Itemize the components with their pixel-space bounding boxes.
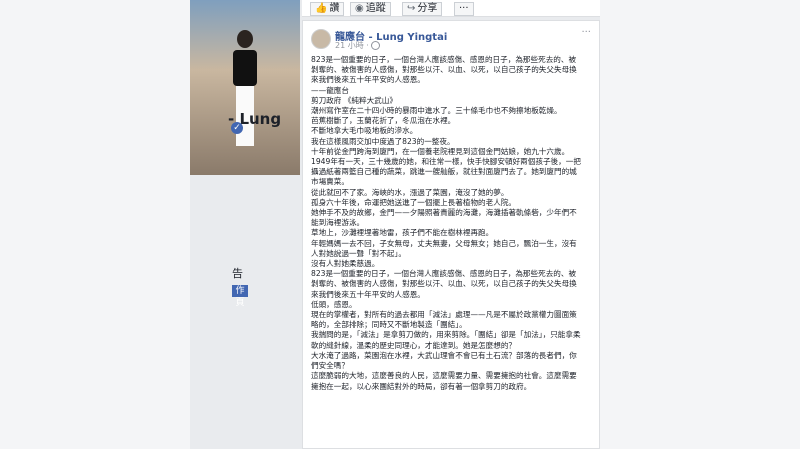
post-paragraph: 草地上，沙灘裡埋著地雷，孩子們不能在樹林裡再跑。 bbox=[311, 228, 494, 238]
rss-icon: ◉ bbox=[355, 3, 364, 14]
post-paragraph: ——龍應台 bbox=[311, 85, 349, 95]
person-figure bbox=[230, 30, 260, 170]
sidebar-button[interactable]: 作頁 bbox=[232, 285, 248, 308]
post-paragraph: 潮州寫作室在二十四小時的暴雨中進水了。三十條毛巾也不夠擦地板乾燥。 bbox=[311, 106, 562, 116]
post-paragraph: 1949年有一天，三十幾歲的她，和往常一樣，快手快腳安頓好兩個孩子後，一把攝過紙… bbox=[311, 157, 581, 187]
post-time[interactable]: 21 小時 · bbox=[335, 41, 369, 50]
follow-button[interactable]: ◉ 追蹤 bbox=[350, 2, 391, 16]
post-paragraph: 孤身六十年後，命運把她送進了一個擺上長著植物的老人院。 bbox=[311, 197, 517, 207]
thumbs-up-icon: 👍 bbox=[315, 3, 328, 14]
like-label: 讚 bbox=[329, 3, 340, 14]
author-avatar[interactable] bbox=[311, 29, 331, 49]
post-paragraph: 年輕媽媽一去不回，子女無母，丈夫無妻，父母無女；她自己，飄泊一生，沒有人對她說過… bbox=[311, 238, 577, 258]
post-paragraph: 芭蕉樹斷了，玉蘭花折了，冬瓜泡在水裡。 bbox=[311, 116, 456, 126]
post-paragraph: 十年前從金門跨海到廈門，在一個養老院裡見到這個金門姑娘，她九十六歲。 bbox=[311, 146, 570, 156]
post-paragraph: 我揣問的是，「減法」是拿剪刀做的，用來剪除。「團結」卻是「加法」，只能拿柔軟的縫… bbox=[311, 330, 581, 350]
post-paragraph: 她伸手不及的故鄉，金門——夕陽照著貴麗的海灘，海灘插著軌條砦，少年們不能到海裡游… bbox=[311, 208, 577, 228]
right-background bbox=[600, 0, 800, 449]
sidebar-text: 告 bbox=[232, 267, 243, 280]
post-paragraph: 剪刀政府 《純粹大武山》 bbox=[311, 95, 397, 105]
post-paragraph: 我在這樣風雨交加中度過了823的一整夜。 bbox=[311, 136, 455, 146]
post-paragraph: 沒有人對她柔慈過。 bbox=[311, 259, 380, 269]
post-paragraph: 不斷地拿大毛巾吸地板的滲水。 bbox=[311, 126, 418, 136]
page-action-bar: 👍 讚 ◉ 追蹤 ↪ 分享 ··· bbox=[302, 0, 600, 17]
more-options-button[interactable]: ··· bbox=[454, 2, 474, 16]
like-button[interactable]: 👍 讚 bbox=[310, 2, 345, 16]
post-card: 龍應台 - Lung Yingtai 21 小時 · ··· 823是一個重要的… bbox=[302, 20, 600, 449]
post-options-icon[interactable]: ··· bbox=[581, 27, 591, 38]
post-paragraph: 這麼脆弱的大地，這麼善良的人民，這麼需要力量、需要擁抱的社會。這麼需要擁抱在一起… bbox=[311, 371, 577, 391]
share-icon: ↪ bbox=[407, 3, 416, 14]
post-paragraph: 現在的掌權者，對所有的過去都用「減法」處理——凡是不屬於政黨權力圖面策略的，全部… bbox=[311, 310, 577, 330]
post-body: 823是一個重要的日子，一個台灣人應該感傷、感恩的日子，為那些死去的、被剝奪的、… bbox=[311, 55, 583, 392]
profile-cover-photo[interactable] bbox=[190, 0, 300, 175]
verified-badge-icon: ✓ bbox=[231, 122, 243, 134]
left-background bbox=[0, 0, 190, 449]
post-paragraph: 823是一個重要的日子，一個台灣人應該感傷、感恩的日子，為那些死去的、被剝奪的、… bbox=[311, 55, 577, 85]
share-button[interactable]: ↪ 分享 bbox=[402, 2, 443, 16]
post-paragraph: 低頭，感恩。 bbox=[311, 299, 357, 309]
globe-icon bbox=[370, 41, 380, 50]
share-label: 分享 bbox=[417, 3, 438, 14]
post-paragraph: 從此就回不了家。海峽的水，漲過了菜園，淹沒了她的夢。 bbox=[311, 187, 509, 197]
post-paragraph: 823是一個重要的日子，一個台灣人應該感傷、感恩的日子，為那些死去的、被剝奪的、… bbox=[311, 269, 577, 299]
follow-label: 追蹤 bbox=[365, 3, 386, 14]
post-paragraph: 大水淹了過路，菜園泡在水裡，大武山理會不會已有土石流？部落的長者們，你們安全嗎？ bbox=[311, 350, 577, 371]
post-meta: 21 小時 · bbox=[335, 40, 380, 51]
